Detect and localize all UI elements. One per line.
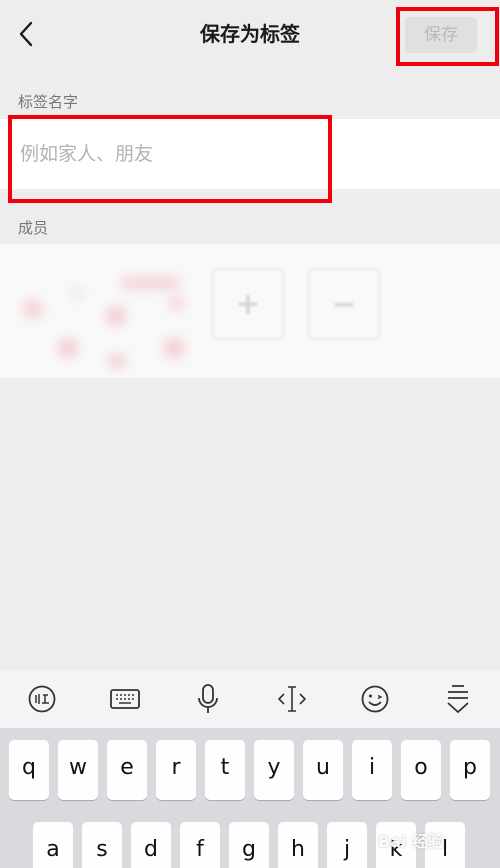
key-p[interactable]: p <box>450 740 490 800</box>
member-avatars-blurred <box>10 256 210 368</box>
chevron-left-icon <box>19 21 33 47</box>
minus-icon: − <box>331 286 357 322</box>
keyboard-switch-button[interactable] <box>104 678 146 720</box>
members-label: 成员 <box>18 219 49 237</box>
key-d[interactable]: d <box>131 822 171 868</box>
key-t[interactable]: t <box>205 740 245 800</box>
save-as-tag-screen: 保存为标签 保存 标签名字 成员 + − <box>0 0 500 868</box>
back-button[interactable] <box>8 14 44 54</box>
cursor-move-icon <box>277 686 306 712</box>
voice-input-button[interactable] <box>21 678 63 720</box>
keyboard-toolbar <box>0 670 500 728</box>
microphone-button[interactable] <box>187 678 229 720</box>
plus-icon: + <box>235 286 261 322</box>
key-g[interactable]: g <box>229 822 269 868</box>
key-s[interactable]: s <box>82 822 122 868</box>
key-w[interactable]: w <box>58 740 98 800</box>
emoji-button[interactable] <box>354 678 396 720</box>
add-member-button[interactable]: + <box>212 268 284 340</box>
keyboard-icon <box>110 689 140 709</box>
cursor-move-button[interactable] <box>271 678 313 720</box>
key-f[interactable]: f <box>180 822 220 868</box>
microphone-icon <box>198 684 219 713</box>
remove-member-button[interactable]: − <box>308 268 380 340</box>
key-i[interactable]: i <box>352 740 392 800</box>
key-j[interactable]: j <box>327 822 367 868</box>
key-q[interactable]: q <box>9 740 49 800</box>
collapse-keyboard-icon <box>447 685 469 714</box>
tag-name-label: 标签名字 <box>18 93 79 111</box>
collapse-keyboard-button[interactable] <box>437 678 479 720</box>
watermark-text: Bai 经验 <box>378 832 445 851</box>
tag-name-highlight-box <box>8 115 332 203</box>
key-o[interactable]: o <box>401 740 441 800</box>
key-e[interactable]: e <box>107 740 147 800</box>
key-h[interactable]: h <box>278 822 318 868</box>
key-y[interactable]: y <box>254 740 294 800</box>
emoji-icon <box>361 685 389 713</box>
save-button-highlight-box <box>396 7 499 66</box>
voice-input-icon <box>28 685 56 713</box>
key-r[interactable]: r <box>156 740 196 800</box>
key-a[interactable]: a <box>33 822 73 868</box>
key-u[interactable]: u <box>303 740 343 800</box>
